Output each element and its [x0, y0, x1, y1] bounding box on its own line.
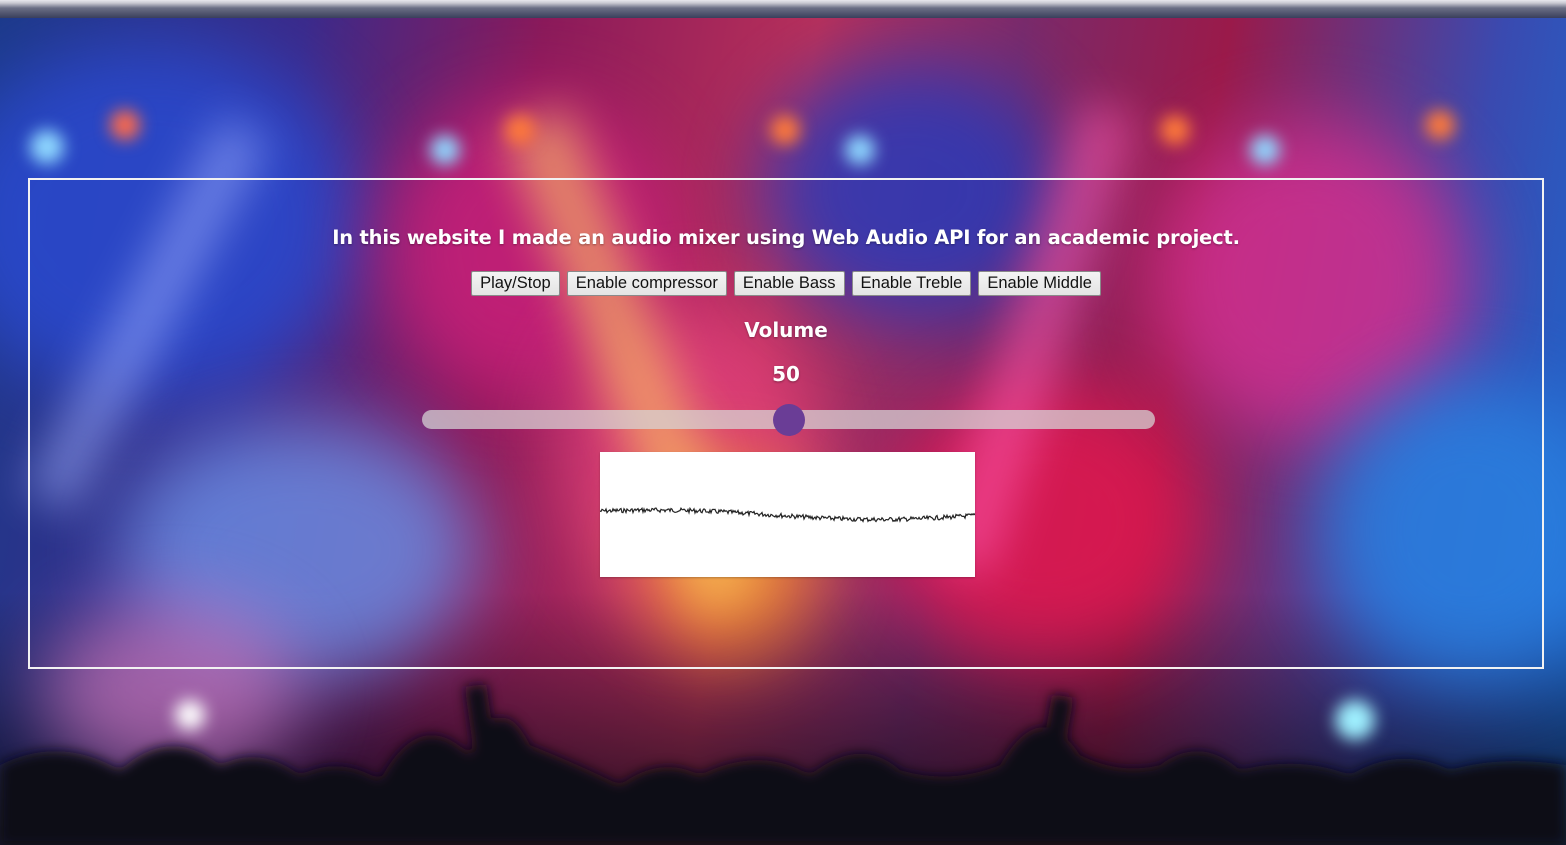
control-button-row: Play/Stop Enable compressor Enable Bass … [30, 271, 1542, 296]
waveform-visualizer [600, 452, 975, 577]
enable-treble-button[interactable]: Enable Treble [851, 271, 972, 296]
volume-slider[interactable] [422, 404, 1155, 436]
play-stop-button[interactable]: Play/Stop [471, 271, 560, 296]
volume-slider-thumb[interactable] [772, 404, 805, 436]
browser-top-edge [0, 0, 1566, 18]
waveform-line [600, 506, 975, 523]
enable-middle-button[interactable]: Enable Middle [978, 271, 1101, 296]
enable-bass-button[interactable]: Enable Bass [733, 271, 845, 296]
page-description: In this website I made an audio mixer us… [332, 226, 1240, 249]
volume-value: 50 [772, 362, 800, 386]
mixer-panel: In this website I made an audio mixer us… [28, 178, 1544, 669]
volume-label: Volume [744, 318, 828, 342]
enable-compressor-button[interactable]: Enable compressor [566, 271, 727, 296]
waveform-canvas [600, 506, 975, 523]
